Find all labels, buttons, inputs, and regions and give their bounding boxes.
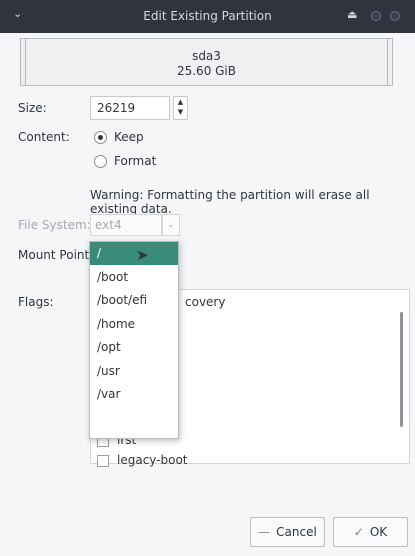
minus-icon: —	[258, 525, 271, 539]
checkmark-icon: ✓	[353, 525, 364, 539]
filesystem-label: File System:	[18, 218, 91, 232]
format-radio[interactable]	[94, 155, 107, 168]
mount-option-boot-efi[interactable]: /boot/efi	[90, 289, 178, 312]
flags-label: Flags:	[18, 295, 54, 309]
spin-down-icon[interactable]: ▼	[174, 107, 187, 117]
mouse-cursor-icon: ➤	[136, 246, 149, 264]
cancel-button[interactable]: — Cancel	[250, 517, 325, 547]
keep-radio-label[interactable]: Keep	[114, 130, 144, 144]
flag-label: legacy-boot	[117, 453, 188, 467]
mount-option-boot[interactable]: /boot	[90, 266, 178, 289]
partition-bar: sda3 25.60 GiB	[20, 38, 393, 86]
mount-option-home[interactable]: /home	[90, 313, 178, 336]
size-label: Size:	[18, 101, 47, 115]
spin-up-icon[interactable]: ▲	[174, 97, 187, 107]
partition-name: sda3	[192, 49, 221, 63]
mount-option-var[interactable]: /var	[90, 383, 178, 406]
chevron-down-icon: ⌄	[162, 214, 180, 236]
close-button[interactable]	[390, 11, 400, 21]
minimize-button[interactable]	[371, 11, 381, 21]
mount-option-opt[interactable]: /opt	[90, 336, 178, 359]
format-radio-label[interactable]: Format	[114, 154, 156, 168]
format-warning: Warning: Formatting the partition will e…	[90, 188, 370, 216]
ok-button[interactable]: ✓ OK	[333, 517, 408, 547]
size-spinner[interactable]: ▲ ▼	[173, 96, 188, 120]
mount-option-usr[interactable]: /usr	[90, 360, 178, 383]
mount-point-dropdown[interactable]: / /boot /boot/efi /home /opt /usr /var ➤	[89, 241, 179, 439]
dialog-body: sda3 25.60 GiB Size: 26219 ▲ ▼ Content: …	[0, 33, 415, 556]
eject-icon[interactable]: ⏏	[347, 8, 357, 21]
partition-bar-right-edge	[387, 39, 392, 85]
flags-scrollbar[interactable]	[400, 312, 403, 427]
mount-point-label: Mount Point:	[18, 248, 94, 262]
size-input[interactable]: 26219	[90, 96, 170, 120]
keep-radio[interactable]	[94, 131, 107, 144]
checkbox[interactable]	[97, 455, 109, 467]
partition-size: 25.60 GiB	[176, 64, 237, 78]
mount-option-root[interactable]: /	[90, 242, 178, 265]
content-label: Content:	[18, 130, 70, 144]
title-bar: ⌄ Edit Existing Partition ⏏	[0, 0, 415, 33]
filesystem-combo: ext4	[90, 214, 162, 236]
